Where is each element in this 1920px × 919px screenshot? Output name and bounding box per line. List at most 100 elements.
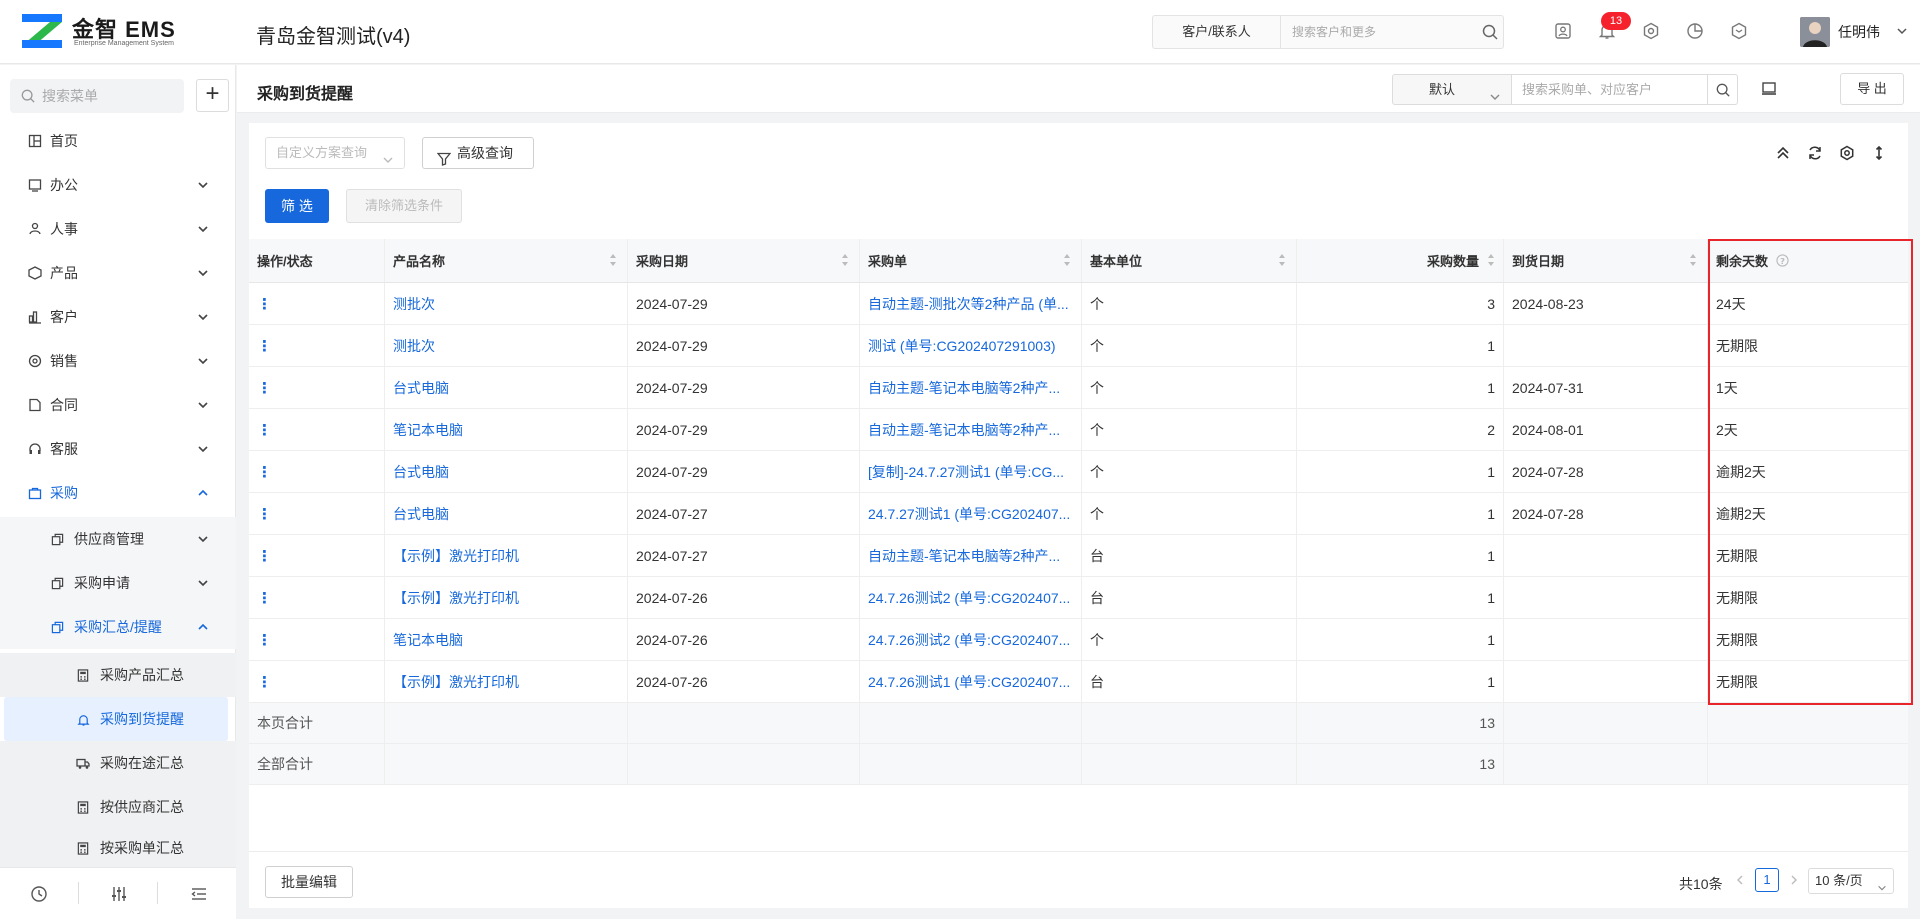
purchase-order-link[interactable]: 自动主题-笔记本电脑等2种产... — [868, 546, 1060, 566]
purchase-order-link[interactable]: 24.7.26测试2 (单号:CG202407... — [868, 630, 1070, 650]
row-height-icon[interactable] — [1869, 143, 1889, 163]
row-action-menu[interactable]: ⋮ — [257, 589, 272, 607]
sidebar-item-arrival-reminder[interactable]: 采购到货提醒 — [4, 697, 228, 741]
purchase-order-link[interactable]: 测试 (单号:CG202407291003) — [868, 336, 1056, 356]
product-name-link[interactable]: 笔记本电脑 — [393, 420, 463, 440]
column-header[interactable]: 到货日期 — [1504, 239, 1708, 282]
advanced-query-button[interactable]: 高级查询 — [422, 137, 534, 169]
collapse-up-icon[interactable] — [1773, 143, 1793, 163]
custom-query-select[interactable]: 自定义方案查询 — [265, 137, 405, 169]
monitor-icon[interactable] — [1757, 77, 1781, 101]
sidebar-item-service[interactable]: 客服 — [0, 427, 236, 471]
prev-page-icon[interactable] — [1735, 874, 1745, 889]
sidebar-item-office[interactable]: 办公 — [0, 163, 236, 207]
sidebar-item-label: 供应商管理 — [74, 531, 144, 547]
sidebar-item-by-supplier[interactable]: 按供应商汇总 — [0, 785, 236, 829]
batch-edit-button[interactable]: 批量编辑 — [265, 866, 353, 898]
refresh-icon[interactable] — [1805, 143, 1825, 163]
search-icon[interactable] — [1708, 74, 1738, 105]
sidebar-item-product[interactable]: 产品 — [0, 251, 236, 295]
row-action-menu[interactable]: ⋮ — [257, 547, 272, 565]
row-action-menu[interactable]: ⋮ — [257, 295, 272, 313]
help-icon[interactable]: ? — [1776, 254, 1789, 267]
view-select[interactable]: 默认 — [1392, 74, 1512, 105]
sidebar-item-home[interactable]: 首页 — [0, 119, 236, 163]
cube-icon[interactable] — [1728, 20, 1750, 42]
avatar[interactable] — [1800, 17, 1830, 47]
logo[interactable]: 金智 EMS Enterprise Management System — [22, 12, 202, 54]
page-size-select[interactable]: 10 条/页 — [1808, 868, 1894, 894]
sidebar-item-customer[interactable]: 客户 — [0, 295, 236, 339]
sidebar-item-supplier-mgmt[interactable]: 供应商管理 — [0, 517, 236, 561]
purchase-order-link[interactable]: 自动主题-笔记本电脑等2种产... — [868, 420, 1060, 440]
product-name-link[interactable]: 台式电脑 — [393, 378, 449, 398]
column-header[interactable]: 采购数量 — [1297, 239, 1504, 282]
row-action-menu[interactable]: ⋮ — [257, 505, 272, 523]
sidebar-item-purchase[interactable]: 采购 — [0, 471, 236, 515]
add-menu-button[interactable]: + — [196, 79, 229, 112]
sort-icon[interactable] — [1689, 253, 1697, 270]
product-name-link[interactable]: 台式电脑 — [393, 462, 449, 482]
row-action-menu[interactable]: ⋮ — [257, 631, 272, 649]
product-name-link[interactable]: 【示例】激光打印机 — [393, 546, 519, 566]
purchase-order-link[interactable]: 24.7.27测试1 (单号:CG202407... — [868, 504, 1070, 524]
row-action-menu[interactable]: ⋮ — [257, 337, 272, 355]
menu-search-input[interactable] — [10, 79, 184, 113]
sidebar-item-in-transit[interactable]: 采购在途汇总 — [0, 741, 236, 785]
sort-icon[interactable] — [841, 253, 849, 270]
row-action-menu[interactable]: ⋮ — [257, 673, 272, 691]
sidebar-item-purchase-summary[interactable]: 采购汇总/提醒 — [0, 605, 236, 649]
search-scope-select[interactable]: 客户/联系人 — [1153, 16, 1281, 48]
table-cell: 无期限 — [1708, 619, 1908, 660]
product-name-link[interactable]: 【示例】激光打印机 — [393, 588, 519, 608]
table-cell: 2024-07-26 — [628, 661, 860, 702]
sort-icon[interactable] — [1278, 253, 1286, 270]
search-icon[interactable] — [1475, 16, 1505, 48]
gear-icon[interactable] — [1837, 143, 1857, 163]
table-cell: 台 — [1082, 661, 1297, 702]
export-button[interactable]: 导 出 — [1840, 73, 1904, 105]
product-name-link[interactable]: 台式电脑 — [393, 504, 449, 524]
purchase-date: 2024-07-26 — [636, 673, 708, 690]
sort-icon[interactable] — [1063, 253, 1071, 270]
filter-button[interactable]: 筛 选 — [265, 189, 329, 223]
sidebar-item-by-order[interactable]: 按采购单汇总 — [0, 829, 236, 867]
row-action-menu[interactable]: ⋮ — [257, 379, 272, 397]
column-header[interactable]: 采购日期 — [628, 239, 860, 282]
column-header[interactable]: 采购单 — [860, 239, 1082, 282]
history-icon[interactable] — [30, 885, 48, 906]
table-cell: 2024-07-28 — [1504, 451, 1708, 492]
pie-chart-icon[interactable] — [1684, 20, 1706, 42]
product-name-link[interactable]: 测批次 — [393, 294, 435, 314]
purchase-order-link[interactable]: 24.7.26测试1 (单号:CG202407... — [868, 672, 1070, 692]
row-action-menu[interactable]: ⋮ — [257, 421, 272, 439]
product-name-link[interactable]: 测批次 — [393, 336, 435, 356]
column-header[interactable]: 产品名称 — [385, 239, 628, 282]
purchase-order-link[interactable]: 自动主题-笔记本电脑等2种产... — [868, 378, 1060, 398]
sidebar-item-product-summary[interactable]: 采购产品汇总 — [0, 653, 236, 697]
sidebar-item-contract[interactable]: 合同 — [0, 383, 236, 427]
column-header[interactable]: 基本单位 — [1082, 239, 1297, 282]
next-page-icon[interactable] — [1789, 874, 1799, 889]
global-search-input[interactable] — [1282, 16, 1474, 48]
gear-icon[interactable] — [1640, 20, 1662, 42]
list-search-input[interactable] — [1512, 74, 1708, 105]
sliders-icon[interactable] — [110, 885, 128, 906]
page-number[interactable]: 1 — [1755, 868, 1779, 892]
purchase-order-link[interactable]: [复制]-24.7.27测试1 (单号:CG... — [868, 462, 1064, 482]
product-name-link[interactable]: 【示例】激光打印机 — [393, 672, 519, 692]
collapse-menu-icon[interactable] — [190, 885, 208, 906]
chevron-down-icon[interactable] — [1896, 24, 1908, 40]
product-name-link[interactable]: 笔记本电脑 — [393, 630, 463, 650]
sidebar-item-purchase-request[interactable]: 采购申请 — [0, 561, 236, 605]
purchase-order-link[interactable]: 24.7.26测试2 (单号:CG202407... — [868, 588, 1070, 608]
sidebar-item-hr[interactable]: 人事 — [0, 207, 236, 251]
sort-icon[interactable] — [609, 253, 617, 270]
user-name[interactable]: 任明伟 — [1838, 22, 1880, 42]
clear-filter-button[interactable]: 清除筛选条件 — [346, 189, 462, 223]
purchase-order-link[interactable]: 自动主题-测批次等2种产品 (单... — [868, 294, 1069, 314]
sort-icon[interactable] — [1487, 253, 1495, 270]
row-action-menu[interactable]: ⋮ — [257, 463, 272, 481]
contact-card-icon[interactable] — [1552, 20, 1574, 42]
sidebar-item-sales[interactable]: 销售 — [0, 339, 236, 383]
